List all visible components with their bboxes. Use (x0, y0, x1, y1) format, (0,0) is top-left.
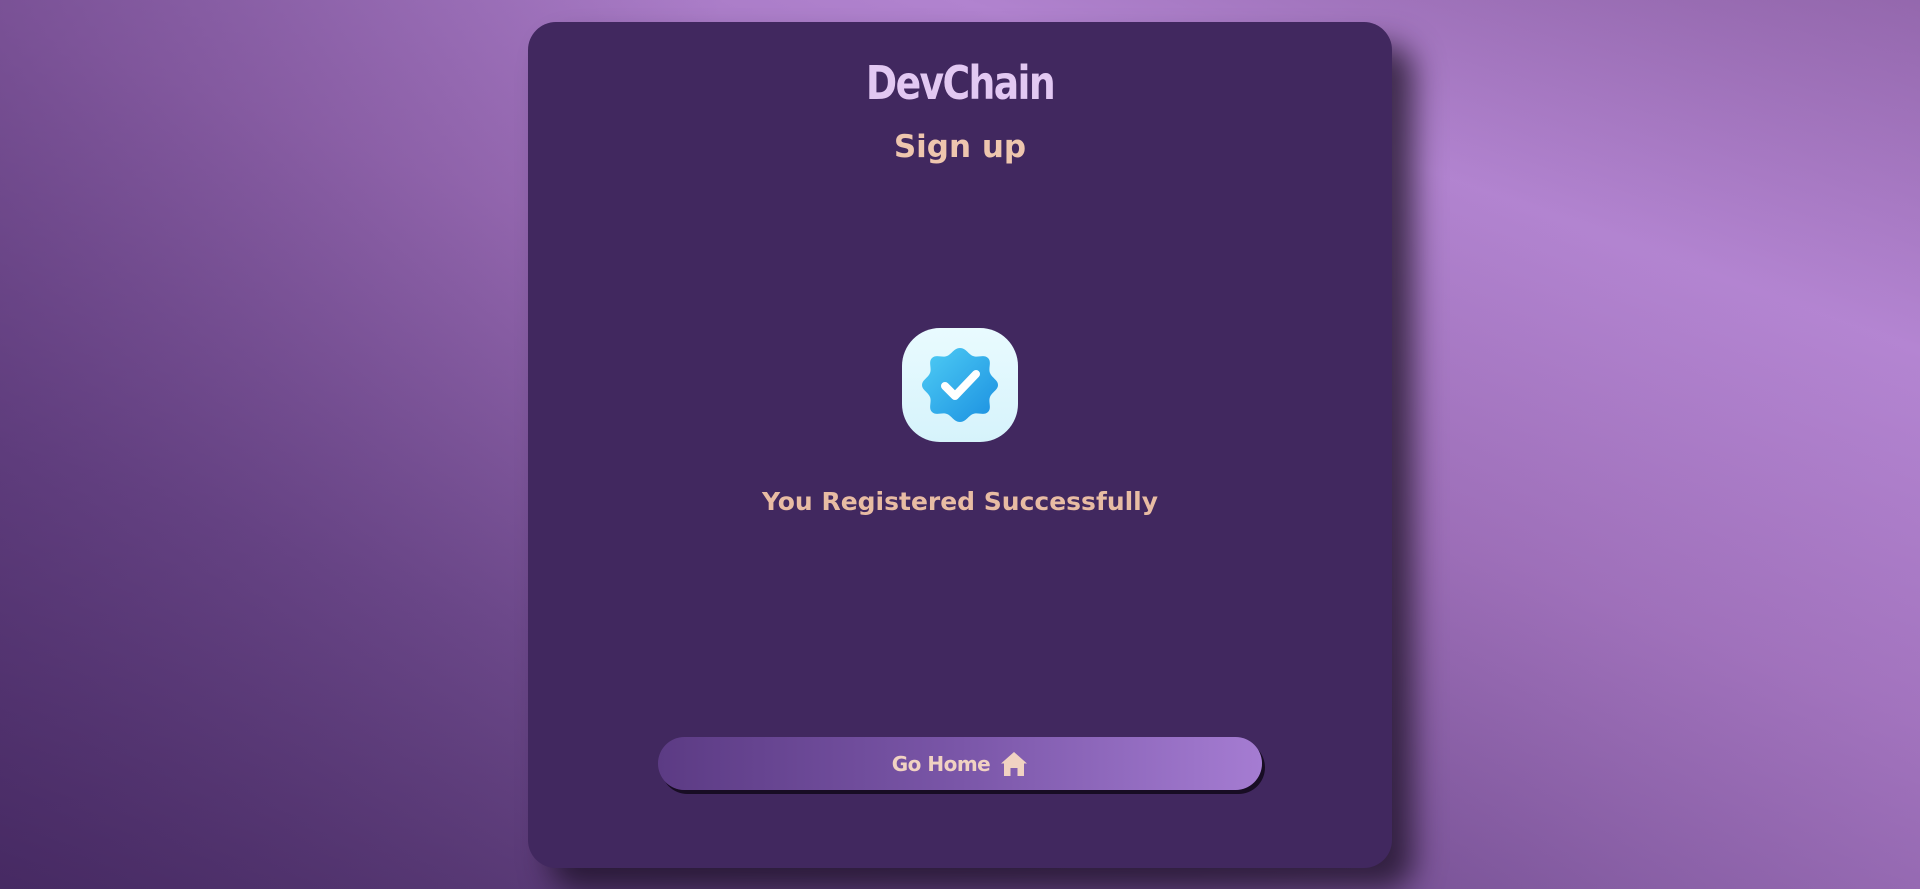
signup-card: DevChain Sign up You Registered Successf… (528, 22, 1392, 868)
verified-badge-graphic (922, 348, 998, 422)
home-icon (1000, 751, 1028, 777)
success-message: You Registered Successfully (761, 487, 1159, 516)
verified-badge-icon (902, 328, 1018, 442)
page-title: Sign up (893, 129, 1027, 165)
brand-logo: DevChain (865, 56, 1056, 110)
go-home-button[interactable]: Go Home (658, 737, 1262, 790)
go-home-button-label: Go Home (891, 751, 991, 776)
